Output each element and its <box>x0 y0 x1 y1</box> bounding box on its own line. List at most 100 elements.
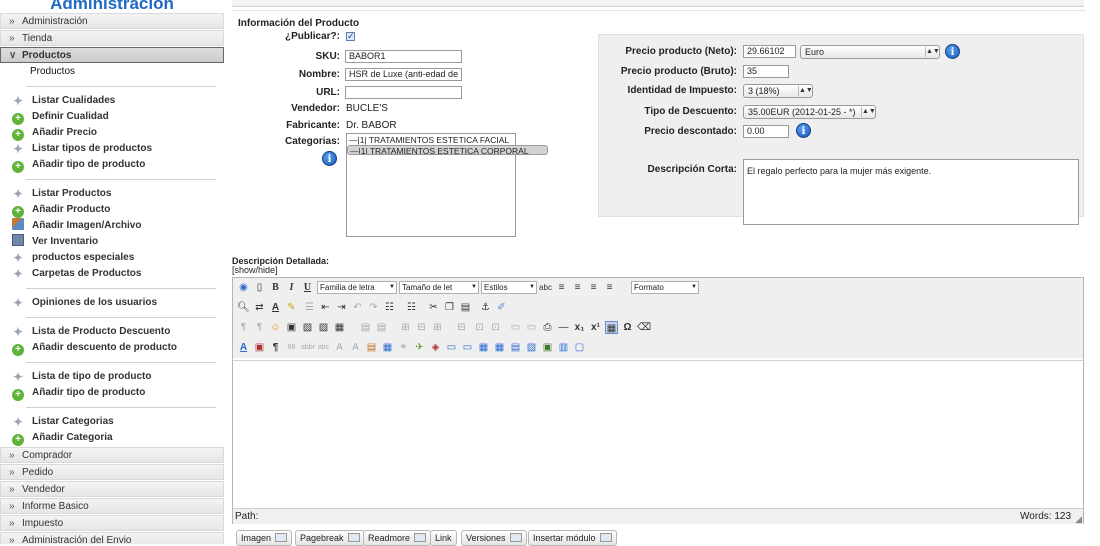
fullscreen-icon[interactable]: ▦ <box>605 321 618 334</box>
cite-icon[interactable]: 66 <box>285 341 298 354</box>
resize-handle-icon[interactable]: ◢ <box>1075 515 1082 524</box>
insert-row-icon[interactable]: ⊞ <box>399 321 412 334</box>
delete-col-icon[interactable]: ⊟ <box>455 321 468 334</box>
layer-front-icon[interactable]: ▭ <box>525 321 538 334</box>
fullscreen-toggle-icon[interactable]: ▢ <box>573 341 586 354</box>
sidebar-section-informe-basico[interactable]: » Informe Basico <box>0 498 224 514</box>
publish-checkbox[interactable]: ✓ <box>346 32 355 41</box>
edit-image-icon[interactable]: ▨ <box>317 321 330 334</box>
gross-price-input[interactable]: 35 <box>743 65 789 78</box>
bullet-list-icon[interactable]: ☰ <box>303 301 316 314</box>
sidebar-section-administracion-del-envio[interactable]: » Administración del Envio <box>0 532 224 544</box>
info-icon[interactable]: i <box>945 44 960 59</box>
short-desc-textarea[interactable]: El regalo perfecto para la mujer más exi… <box>743 159 1079 225</box>
ltr-icon[interactable]: ¶ <box>237 321 250 334</box>
sidebar-item-anadir-categoria[interactable]: + Añadir Categoria <box>0 430 224 446</box>
replace-icon[interactable]: ⇄ <box>253 301 266 314</box>
del-icon[interactable]: A <box>333 341 346 354</box>
tax-select[interactable]: 3 (18%) ▲▼ <box>743 84 813 98</box>
font-color-icon[interactable]: A <box>269 301 282 314</box>
delete-row-icon[interactable]: ⊟ <box>415 321 428 334</box>
sidebar-item-listar-categorias[interactable]: ✦ Listar Categorias <box>0 414 224 430</box>
cut-icon[interactable]: ✂ <box>427 301 440 314</box>
format-select[interactable]: Formato ▼ <box>631 281 699 294</box>
sidebar-item-lista-de-tipo-de-producto[interactable]: ✦ Lista de tipo de producto <box>0 369 224 385</box>
preview-icon[interactable]: ▦ <box>493 341 506 354</box>
italic-icon[interactable]: I <box>285 281 298 294</box>
sidebar-item-listar-productos[interactable]: ✦ Listar Productos <box>0 186 224 202</box>
sidebar-item-ver-inventario[interactable]: Ver Inventario <box>0 234 224 250</box>
subscript-icon[interactable]: x₁ <box>573 321 586 334</box>
split-cells-icon[interactable]: ⊡ <box>489 321 502 334</box>
cell-props-icon[interactable]: ▤ <box>375 321 388 334</box>
sidebar-item-anadir-tipo-de-producto[interactable]: + Añadir tipo de producto <box>0 157 224 173</box>
html-source-icon[interactable]: ◈ <box>429 341 442 354</box>
special-char-icon[interactable]: Ω <box>621 321 634 334</box>
align-right-icon[interactable]: ≡ <box>587 281 600 294</box>
find-icon[interactable]: 🔍︎ <box>237 301 250 314</box>
sidebar-item-anadir-producto[interactable]: + Añadir Producto <box>0 202 224 218</box>
acronym-icon[interactable]: abc <box>317 341 330 354</box>
editor-content-area[interactable] <box>233 360 1083 508</box>
sidebar-section-productos[interactable]: ∨ Productos <box>0 47 224 63</box>
ins-icon[interactable]: A <box>349 341 362 354</box>
readmore-icon[interactable]: ▦ <box>477 341 490 354</box>
paste-icon[interactable]: ▤ <box>459 301 472 314</box>
url-input[interactable] <box>345 86 462 99</box>
info-icon[interactable]: i <box>796 123 811 138</box>
merge-cells-icon[interactable]: ⊡ <box>473 321 486 334</box>
net-price-input[interactable]: 29.66102 <box>743 45 796 58</box>
layer-icon[interactable]: ▭ <box>509 321 522 334</box>
align-left-icon[interactable]: ≡ <box>555 281 568 294</box>
sidebar-item-opiniones-de-los-usuarios[interactable]: ✦ Opiniones de los usuarios <box>0 295 224 311</box>
info-icon[interactable]: i <box>322 151 337 166</box>
sidebar-item-anadir-descuento-de-producto[interactable]: + Añadir descuento de producto <box>0 340 224 356</box>
styles-select[interactable]: Estilos ▼ <box>481 281 537 294</box>
block-icon[interactable]: ▭ <box>445 341 458 354</box>
spellcheck-icon[interactable]: abc <box>539 281 552 294</box>
sidebar-item-listar-tipos-de-productos[interactable]: ✦ Listar tipos de productos <box>0 141 224 157</box>
insert-col-icon[interactable]: ⊞ <box>431 321 444 334</box>
row-props-icon[interactable]: ▤ <box>359 321 372 334</box>
sidebar-section-impuesto[interactable]: » Impuesto <box>0 515 224 531</box>
sidebar-item-definir-cualidad[interactable]: + Definir Cualidad <box>0 109 224 125</box>
sidebar-section-pedido[interactable]: » Pedido <box>0 464 224 480</box>
bold-icon[interactable]: B <box>269 281 282 294</box>
font-family-select[interactable]: Familia de letra ▼ <box>317 281 397 294</box>
insert-date-icon[interactable]: ▦ <box>381 341 394 354</box>
align-center-icon[interactable]: ≡ <box>571 281 584 294</box>
template-icon[interactable]: ▣ <box>253 341 266 354</box>
horizontal-rule-icon[interactable]: — <box>557 321 570 334</box>
name-input[interactable]: HSR de Luxe (anti-edad de luj <box>345 68 462 81</box>
ordered-list-icon[interactable]: ☷ <box>383 301 396 314</box>
discount-type-select[interactable]: 35.00EUR (2012-01-25 - *) ▲▼ <box>743 105 876 119</box>
category-option[interactable]: —|1| TRATAMIENTOS ESTETICA CORPORAL <box>347 145 548 155</box>
visual-chars-icon[interactable]: ¶ <box>269 341 282 354</box>
sidebar-item-carpetas-de-productos[interactable]: ✦ Carpetas de Productos <box>0 266 224 282</box>
sidebar-item-lista-de-producto-descuento[interactable]: ✦ Lista de Producto Descuento <box>0 324 224 340</box>
category-option[interactable]: —|1| TRATAMIENTOS ESTETICA FACIAL <box>347 135 515 145</box>
sidebar-item-listar-cualidades[interactable]: ✦ Listar Cualidades <box>0 93 224 109</box>
undo-icon[interactable]: ↶ <box>351 301 364 314</box>
show-hide-link[interactable]: [show/hide] <box>232 266 278 275</box>
highlight-icon[interactable]: ✎ <box>285 301 298 314</box>
currency-select[interactable]: Euro ▲▼ <box>800 45 940 59</box>
copy-icon[interactable]: ❐ <box>443 301 456 314</box>
font-size-select[interactable]: Tamaño de let ▼ <box>399 281 479 294</box>
link-icon[interactable]: ⚭ <box>397 341 410 354</box>
sidebar-item-anadir-tipo-de-producto[interactable]: + Añadir tipo de producto <box>0 385 224 401</box>
anchor-icon[interactable]: ⚓︎ <box>479 301 492 314</box>
rtl-icon[interactable]: ¶ <box>253 321 266 334</box>
media-icon[interactable]: ▣ <box>285 321 298 334</box>
redo-icon[interactable]: ↷ <box>367 301 380 314</box>
print-icon[interactable]: ⎙ <box>541 321 554 334</box>
superscript-icon[interactable]: x¹ <box>589 321 602 334</box>
paste-word-icon[interactable]: ✈ <box>413 341 426 354</box>
emoticon-icon[interactable]: ☺ <box>269 321 282 334</box>
image-icon[interactable]: ▧ <box>301 321 314 334</box>
underline-icon[interactable]: U <box>301 281 314 294</box>
style-icon[interactable]: A <box>237 341 250 354</box>
mediabox-icon[interactable]: ▣ <box>541 341 554 354</box>
columns-icon[interactable]: ▥ <box>557 341 570 354</box>
sidebar-section-tienda[interactable]: » Tienda <box>0 30 224 46</box>
